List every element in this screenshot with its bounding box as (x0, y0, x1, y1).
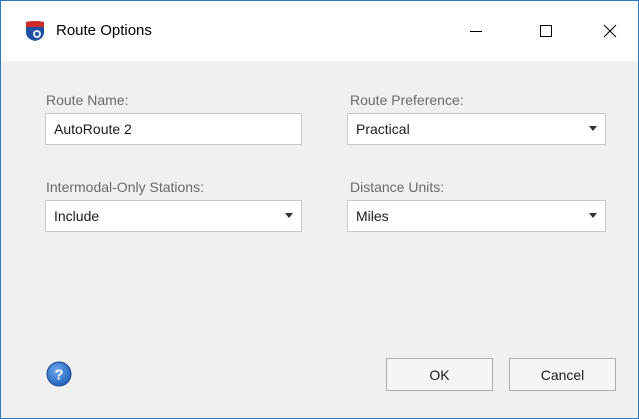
maximize-icon (540, 25, 552, 37)
route-preference-label: Route Preference: (350, 92, 464, 108)
chevron-down-icon (589, 126, 597, 131)
cancel-button[interactable]: Cancel (509, 358, 616, 391)
route-name-value: AutoRoute 2 (54, 121, 132, 137)
route-preference-select[interactable]: Practical (347, 113, 606, 145)
maximize-button[interactable] (526, 14, 566, 48)
ok-button-label: OK (429, 366, 450, 383)
close-icon (603, 24, 617, 38)
route-options-dialog: Route Options Route Name: AutoRoute 2 Ro… (0, 0, 639, 419)
intermodal-stations-select[interactable]: Include (45, 200, 302, 232)
minimize-icon (470, 31, 482, 32)
intermodal-stations-value: Include (54, 208, 100, 224)
close-button[interactable] (590, 14, 630, 48)
ok-button[interactable]: OK (386, 358, 493, 391)
svg-text:?: ? (54, 367, 63, 384)
distance-units-select[interactable]: Miles (347, 200, 606, 232)
distance-units-label: Distance Units: (350, 179, 445, 195)
cancel-button-label: Cancel (540, 366, 585, 383)
window-title: Route Options (56, 22, 152, 39)
route-name-label: Route Name: (46, 92, 129, 108)
minimize-button[interactable] (456, 14, 496, 48)
interstate-shield-icon (26, 21, 44, 41)
distance-units-value: Miles (356, 208, 389, 224)
question-mark-icon[interactable]: ? (46, 361, 72, 387)
chevron-down-icon (589, 213, 597, 218)
route-preference-value: Practical (356, 121, 410, 137)
intermodal-stations-label: Intermodal-Only Stations: (46, 179, 204, 195)
title-bar: Route Options (1, 1, 638, 61)
route-name-input[interactable]: AutoRoute 2 (45, 113, 302, 145)
chevron-down-icon (285, 213, 293, 218)
